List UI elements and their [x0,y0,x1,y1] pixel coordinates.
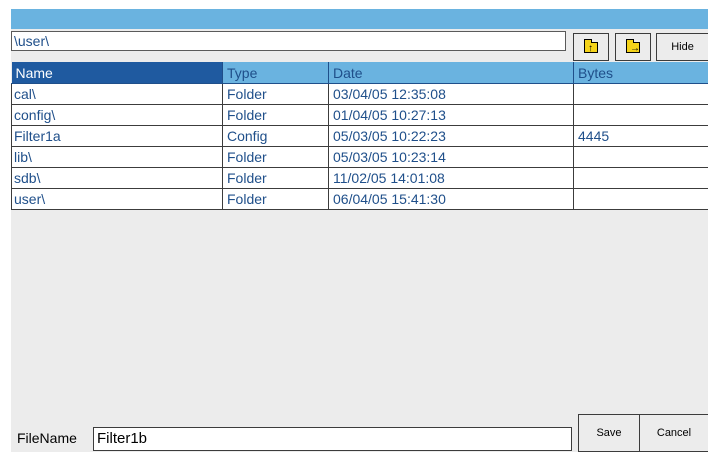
cell-date: 01/04/05 10:27:13 [328,104,574,126]
column-header-name[interactable]: Name [11,62,223,84]
table-row[interactable]: user\ Folder 06/04/05 15:41:30 [11,188,708,210]
column-header-date[interactable]: Date [328,62,574,84]
path-toolbar: \user\ ↑ → Hide [11,29,708,65]
cell-type: Folder [222,83,329,105]
cell-name: config\ [11,104,223,126]
cell-bytes [573,188,708,210]
table-row[interactable]: sdb\ Folder 11/02/05 14:01:08 [11,167,708,189]
cell-date: 05/03/05 10:23:14 [328,146,574,168]
file-table: Name Type Date Bytes cal\ Folder 03/04/0… [11,62,708,210]
cell-bytes [573,83,708,105]
folder-new-icon: → [626,38,640,53]
cell-bytes: 4445 [573,125,708,147]
filename-label: FileName [17,430,77,446]
title-bar [11,9,708,29]
cell-type: Config [222,125,329,147]
folder-up-icon: ↑ [584,38,598,53]
folder-new-button[interactable]: → [615,33,651,61]
column-header-bytes[interactable]: Bytes [573,62,708,84]
cell-type: Folder [222,167,329,189]
cell-name: cal\ [11,83,223,105]
cell-name: sdb\ [11,167,223,189]
cell-name: user\ [11,188,223,210]
file-dialog: \user\ ↑ → Hide Name Type Date Bytes cal… [11,9,708,452]
folder-up-button[interactable]: ↑ [573,33,609,61]
cell-bytes [573,167,708,189]
cell-bytes [573,104,708,126]
cell-type: Folder [222,146,329,168]
table-row[interactable]: config\ Folder 01/04/05 10:27:13 [11,104,708,126]
cell-date: 05/03/05 10:22:23 [328,125,574,147]
cell-date: 06/04/05 15:41:30 [328,188,574,210]
cell-date: 11/02/05 14:01:08 [328,167,574,189]
table-row[interactable]: Filter1a Config 05/03/05 10:22:23 4445 [11,125,708,147]
cell-type: Folder [222,104,329,126]
path-field[interactable]: \user\ [11,31,566,51]
hide-button[interactable]: Hide [656,33,708,61]
cell-bytes [573,146,708,168]
table-header-row: Name Type Date Bytes [11,62,708,84]
table-row[interactable]: cal\ Folder 03/04/05 12:35:08 [11,83,708,105]
cell-date: 03/04/05 12:35:08 [328,83,574,105]
table-row[interactable]: lib\ Folder 05/03/05 10:23:14 [11,146,708,168]
cell-name: Filter1a [11,125,223,147]
filename-field[interactable]: Filter1b [93,427,572,451]
column-header-type[interactable]: Type [222,62,329,84]
cancel-button[interactable]: Cancel [639,414,708,452]
save-button[interactable]: Save [578,414,640,452]
cell-type: Folder [222,188,329,210]
cell-name: lib\ [11,146,223,168]
